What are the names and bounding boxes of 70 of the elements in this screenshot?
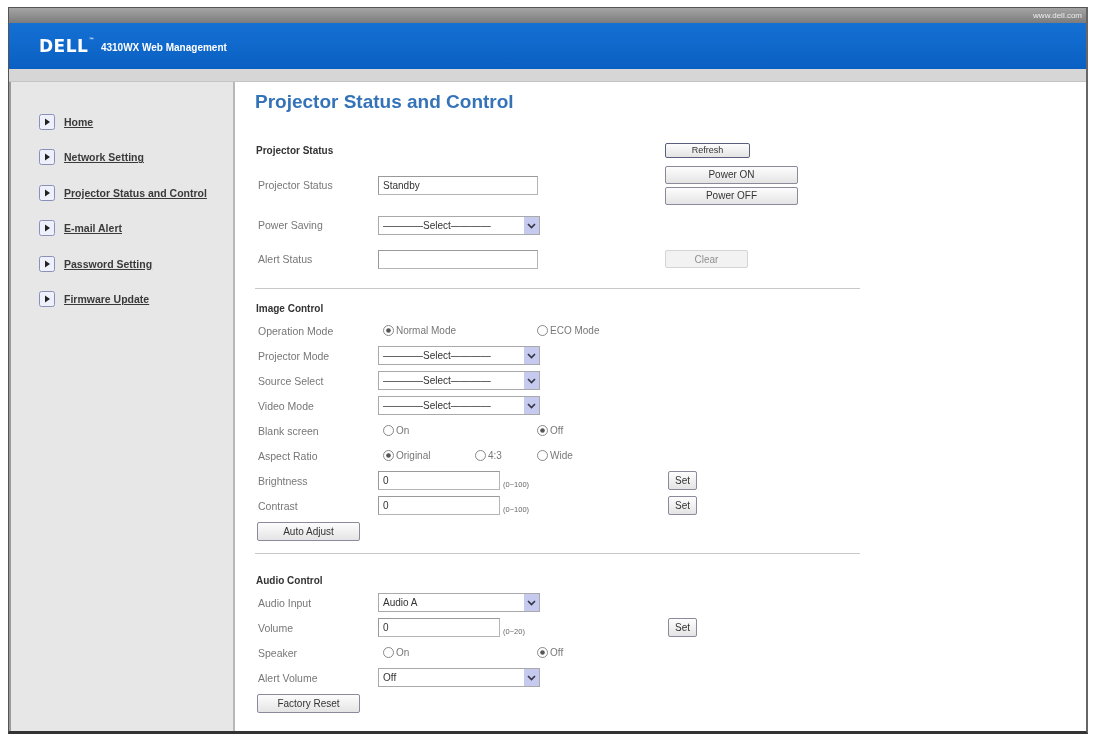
radio-label: ECO Mode: [550, 325, 600, 336]
field-label: Alert Status: [258, 253, 313, 265]
brand-logo: DELL$^{™}$: [39, 36, 95, 56]
dropdown[interactable]: Audio A: [378, 593, 540, 612]
field-label: Video Mode: [258, 399, 314, 412]
arrow-square-icon[interactable]: [39, 113, 55, 130]
nav-link[interactable]: E-mail Alert: [64, 222, 122, 235]
section-heading: Projector Status: [256, 144, 334, 156]
power-on-button[interactable]: Power ON: [665, 165, 798, 184]
radio-button[interactable]: [537, 647, 548, 658]
radio-button[interactable]: [383, 325, 394, 336]
dropdown[interactable]: ————Select————: [378, 396, 540, 415]
radio-label: Off: [550, 647, 564, 658]
section-heading: Image Control: [256, 302, 324, 314]
arrow-square-icon[interactable]: [39, 255, 55, 272]
set-button[interactable]: Set: [668, 618, 697, 637]
text-field[interactable]: Standby: [378, 175, 538, 195]
radio-button[interactable]: [537, 425, 548, 436]
app-title: 4310WX Web Management: [100, 41, 227, 53]
radio-button[interactable]: [383, 450, 394, 461]
radio-button[interactable]: [383, 647, 394, 658]
field-label: Blank screen: [258, 424, 319, 437]
set-button[interactable]: Set: [668, 471, 697, 490]
radio-button[interactable]: [383, 425, 394, 436]
field-label: Volume: [258, 621, 294, 634]
radio-button[interactable]: [537, 325, 548, 336]
nav-link[interactable]: Home: [64, 115, 94, 128]
arrow-square-icon[interactable]: [39, 220, 55, 237]
field-label: Operation Mode: [258, 324, 334, 337]
arrow-square-icon[interactable]: [39, 291, 55, 308]
field-label: Power Saving: [258, 219, 323, 231]
number-field[interactable]: 0: [378, 471, 500, 490]
radio-label: On: [396, 425, 410, 436]
field-label: Aspect Ratio: [258, 449, 318, 462]
dropdown[interactable]: ————Select————: [378, 371, 540, 390]
field-label: Audio Input: [258, 596, 312, 609]
dropdown[interactable]: Off: [378, 668, 540, 687]
field-label: Brightness: [258, 474, 308, 487]
power-off-button[interactable]: Power OFF: [665, 186, 798, 205]
radio-label: Original: [396, 450, 431, 461]
nav-link[interactable]: Network Setting: [64, 151, 144, 164]
nav-link[interactable]: Password Setting: [64, 257, 153, 270]
arrow-square-icon[interactable]: [39, 184, 55, 201]
radio-label: Normal Mode: [396, 325, 457, 336]
radio-label: Off: [550, 425, 564, 436]
arrow-square-icon[interactable]: [39, 149, 55, 166]
set-button[interactable]: Set: [668, 496, 697, 515]
radio-button[interactable]: [475, 450, 486, 461]
number-field[interactable]: 0: [378, 618, 500, 637]
field-label: Projector Status: [258, 179, 333, 191]
radio-label: Wide: [550, 450, 573, 461]
nav-link[interactable]: Firmware Update: [64, 293, 150, 306]
field-label: Contrast: [258, 499, 298, 512]
factory-reset-button[interactable]: Factory Reset: [257, 694, 360, 713]
field-label: Speaker: [258, 646, 298, 659]
section-heading: Audio Control: [256, 574, 323, 586]
nav-link[interactable]: Projector Status and Control: [64, 186, 207, 199]
radio-label: On: [396, 647, 410, 658]
page-title: Projector Status and Control: [255, 90, 514, 114]
dropdown[interactable]: ————Select————: [378, 215, 540, 235]
auto-adjust-button[interactable]: Auto Adjust: [257, 522, 360, 541]
radio-label: 4:3: [488, 450, 502, 461]
dropdown[interactable]: ————Select————: [378, 346, 540, 365]
number-field[interactable]: 0: [378, 496, 500, 515]
field-label: Projector Mode: [258, 349, 330, 362]
radio-button[interactable]: [537, 450, 548, 461]
field-label: Alert Volume: [258, 671, 318, 684]
text-field[interactable]: [378, 249, 538, 269]
refresh-button[interactable]: Refresh: [665, 142, 750, 158]
field-label: Source Select: [258, 374, 324, 387]
